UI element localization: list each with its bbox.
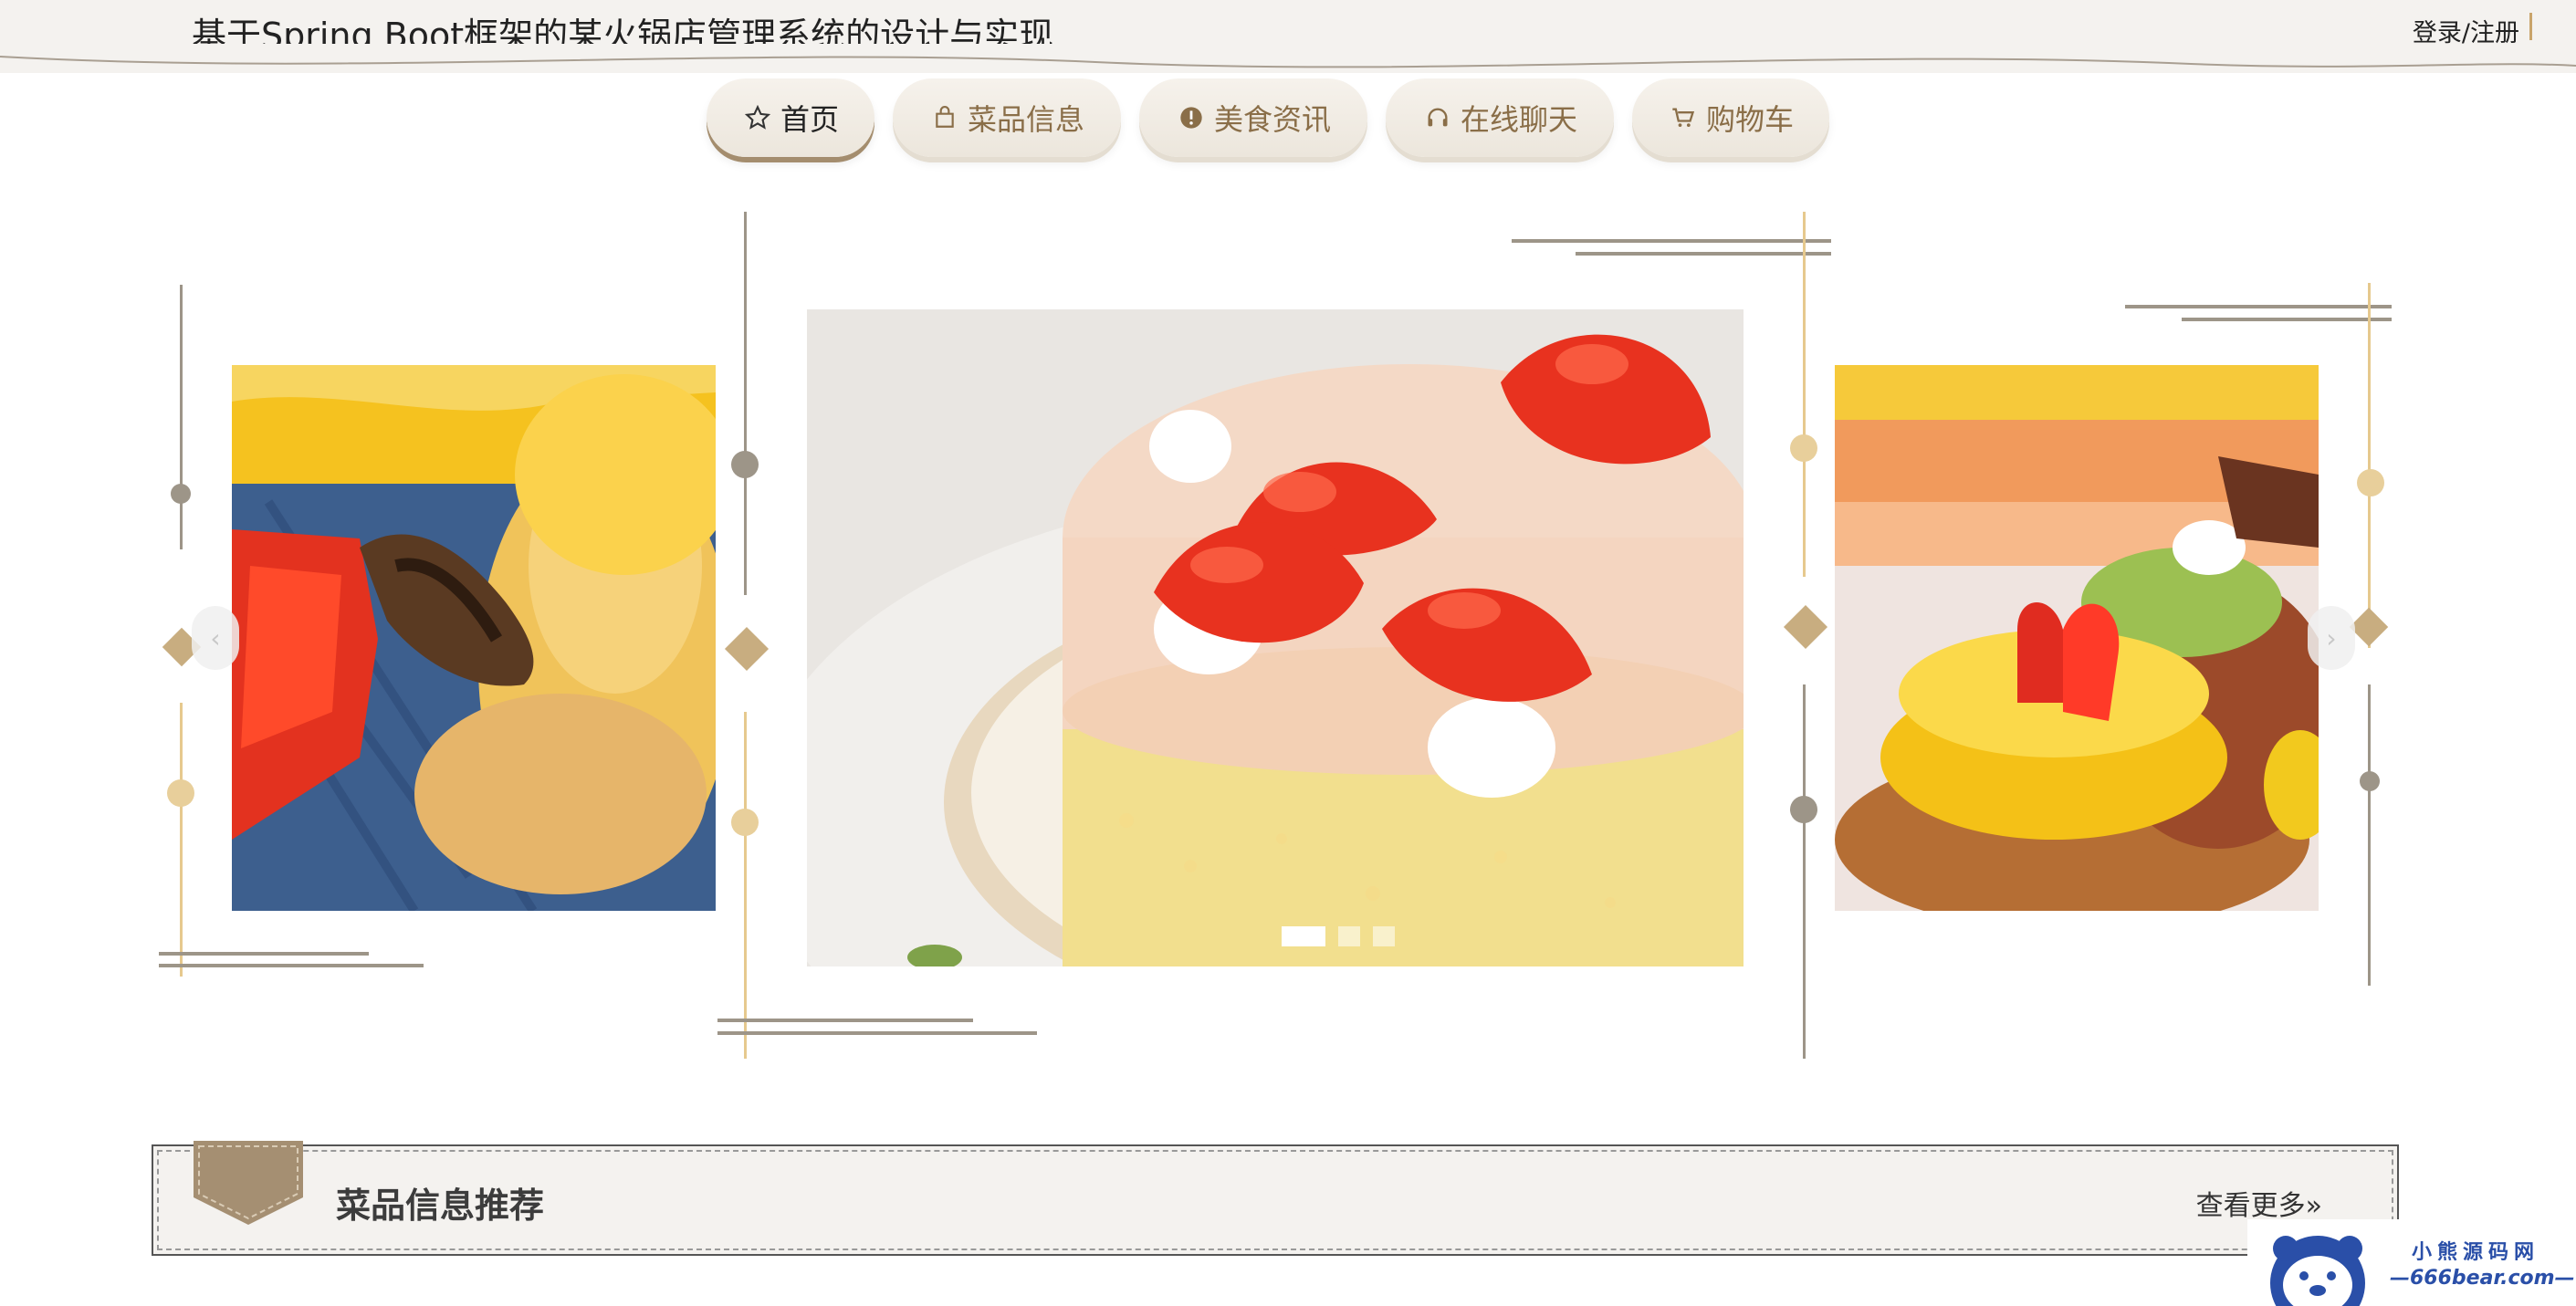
deco-line — [717, 1031, 1037, 1035]
info-icon — [1176, 102, 1207, 133]
deco-diamond — [1783, 604, 1828, 650]
carousel-indicator[interactable] — [1338, 926, 1360, 946]
bear-logo-icon — [2270, 1236, 2365, 1306]
pastry-fruit-image[interactable] — [232, 365, 716, 911]
nav-label: 美食资讯 — [1213, 102, 1331, 137]
carousel-prev-button[interactable]: ‹ — [192, 606, 239, 670]
deco-dot — [2357, 469, 2384, 496]
nav-label: 在线聊天 — [1460, 102, 1577, 137]
carousel-indicators — [1282, 926, 1395, 946]
bag-icon — [929, 102, 960, 133]
carousel-next-button[interactable]: › — [2308, 606, 2355, 670]
nav-food-news[interactable]: 美食资讯 — [1139, 78, 1367, 157]
watermark-url: —666bear.com— — [2390, 1267, 2575, 1290]
deco-line — [2368, 684, 2371, 986]
deco-dot — [731, 451, 759, 478]
deco-line — [1512, 239, 1831, 243]
deco-dot — [2360, 771, 2380, 791]
deco-line — [744, 712, 747, 1059]
nav-label: 购物车 — [1705, 102, 1794, 137]
deco-line — [1803, 212, 1806, 577]
header-wave-divider — [0, 44, 2576, 68]
watermark-name: 小熊源码网 — [2412, 1241, 2540, 1264]
deco-line — [180, 703, 183, 977]
headset-icon — [1422, 102, 1453, 133]
deco-dot — [171, 484, 191, 504]
deco-line — [159, 964, 424, 967]
nav-label: 菜品信息 — [967, 102, 1084, 137]
main-nav: 首页 菜品信息 美食资讯 在线聊天 购物车 — [707, 78, 1829, 157]
nav-online-chat[interactable]: 在线聊天 — [1386, 78, 1614, 157]
deco-dot — [1790, 434, 1817, 462]
dish-recommend-header: 菜品信息推荐 查看更多» — [152, 1141, 2399, 1256]
star-icon — [742, 102, 773, 133]
chevron-right-icon: › — [2326, 622, 2337, 653]
deco-line — [744, 212, 747, 595]
view-more-link[interactable]: 查看更多» — [2196, 1183, 2322, 1223]
fruit-tart-image[interactable] — [1835, 365, 2319, 911]
deco-line — [2368, 283, 2371, 648]
deco-diamond — [724, 626, 770, 672]
nav-home[interactable]: 首页 — [707, 78, 874, 157]
deco-line — [159, 952, 369, 956]
deco-dot — [731, 809, 759, 836]
nav-cart[interactable]: 购物车 — [1632, 78, 1829, 157]
nav-label: 首页 — [780, 102, 839, 137]
carousel-indicator[interactable] — [1282, 926, 1325, 946]
deco-line — [2182, 318, 2392, 321]
deco-dot — [167, 779, 194, 807]
cart-icon — [1668, 102, 1699, 133]
bookmark-tab-icon — [194, 1141, 303, 1225]
section-title: 菜品信息推荐 — [336, 1186, 545, 1226]
watermark-logo: 小熊源码网 —666bear.com— — [2247, 1219, 2576, 1306]
deco-line — [180, 285, 183, 549]
deco-line — [2125, 305, 2392, 308]
carousel-indicator[interactable] — [1373, 926, 1395, 946]
deco-line — [1803, 684, 1806, 1059]
chevron-left-icon: ‹ — [210, 622, 221, 653]
nav-dish-info[interactable]: 菜品信息 — [893, 78, 1121, 157]
login-divider — [2529, 13, 2532, 40]
strawberry-cake-image[interactable] — [807, 309, 1744, 966]
deco-line — [1576, 252, 1831, 256]
deco-diamond — [2349, 607, 2389, 647]
deco-line — [717, 1019, 973, 1022]
deco-dot — [1790, 796, 1817, 823]
